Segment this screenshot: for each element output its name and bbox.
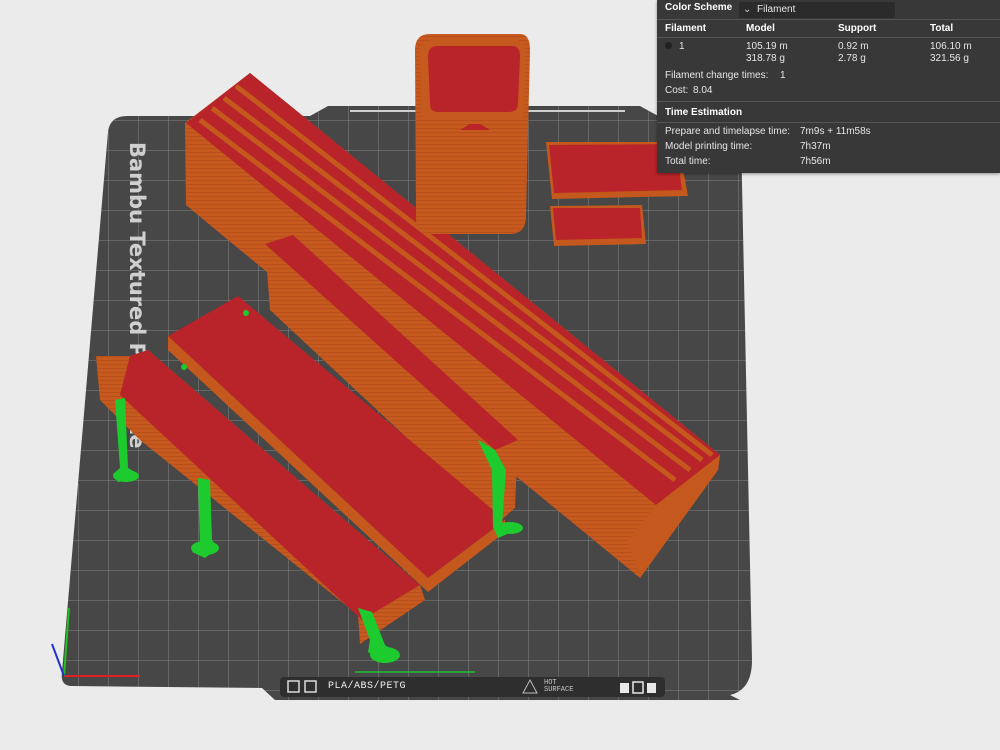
- divider: [657, 19, 1000, 20]
- color-scheme-value: Filament: [757, 4, 796, 15]
- color-scheme-dropdown[interactable]: ⌄ Filament: [739, 2, 895, 18]
- support-weight: 2.78 g: [838, 53, 866, 64]
- header-model: Model: [746, 23, 775, 34]
- divider: [657, 122, 1000, 123]
- header-total: Total: [930, 23, 954, 34]
- model-time-value: 7h37m: [800, 141, 831, 152]
- divider: [657, 37, 1000, 38]
- filament-id: 1: [679, 41, 685, 52]
- color-scheme-label: Color Scheme: [665, 2, 733, 13]
- filament-color-swatch: [665, 42, 672, 49]
- total-time-value: 7h56m: [800, 156, 831, 167]
- chevron-down-icon: ⌄: [743, 4, 752, 15]
- material-label: PLA/ABS/PETG: [328, 681, 407, 692]
- prepare-time-value: 7m9s + 11m58s: [800, 126, 871, 137]
- support-length: 0.92 m: [838, 41, 869, 52]
- total-weight: 321.56 g: [930, 53, 969, 64]
- model-length: 105.19 m: [746, 41, 788, 52]
- change-times-value: 1: [780, 70, 786, 81]
- model-time-label: Model printing time:: [665, 141, 753, 152]
- hot-label-2: SURFACE: [544, 686, 574, 694]
- header-support: Support: [838, 23, 877, 34]
- model-part-plate-b[interactable]: [550, 205, 646, 246]
- slice-stats-panel: Color Scheme ⌄ Filament Filament Model S…: [657, 0, 1000, 173]
- prepare-time-label: Prepare and timelapse time:: [665, 126, 791, 137]
- model-part-cup[interactable]: [415, 34, 530, 234]
- total-time-label: Total time:: [665, 156, 711, 167]
- model-weight: 318.78 g: [746, 53, 785, 64]
- cost-label: Cost:: [665, 85, 689, 96]
- plate-info-bar: PLA/ABS/PETG HOT SURFACE: [280, 677, 665, 697]
- change-times-label: Filament change times:: [665, 70, 769, 81]
- header-filament: Filament: [665, 23, 707, 34]
- divider: [657, 101, 1000, 102]
- cost-value: 8.04: [693, 85, 713, 96]
- time-estimation-title: Time Estimation: [665, 107, 743, 118]
- total-length: 106.10 m: [930, 41, 972, 52]
